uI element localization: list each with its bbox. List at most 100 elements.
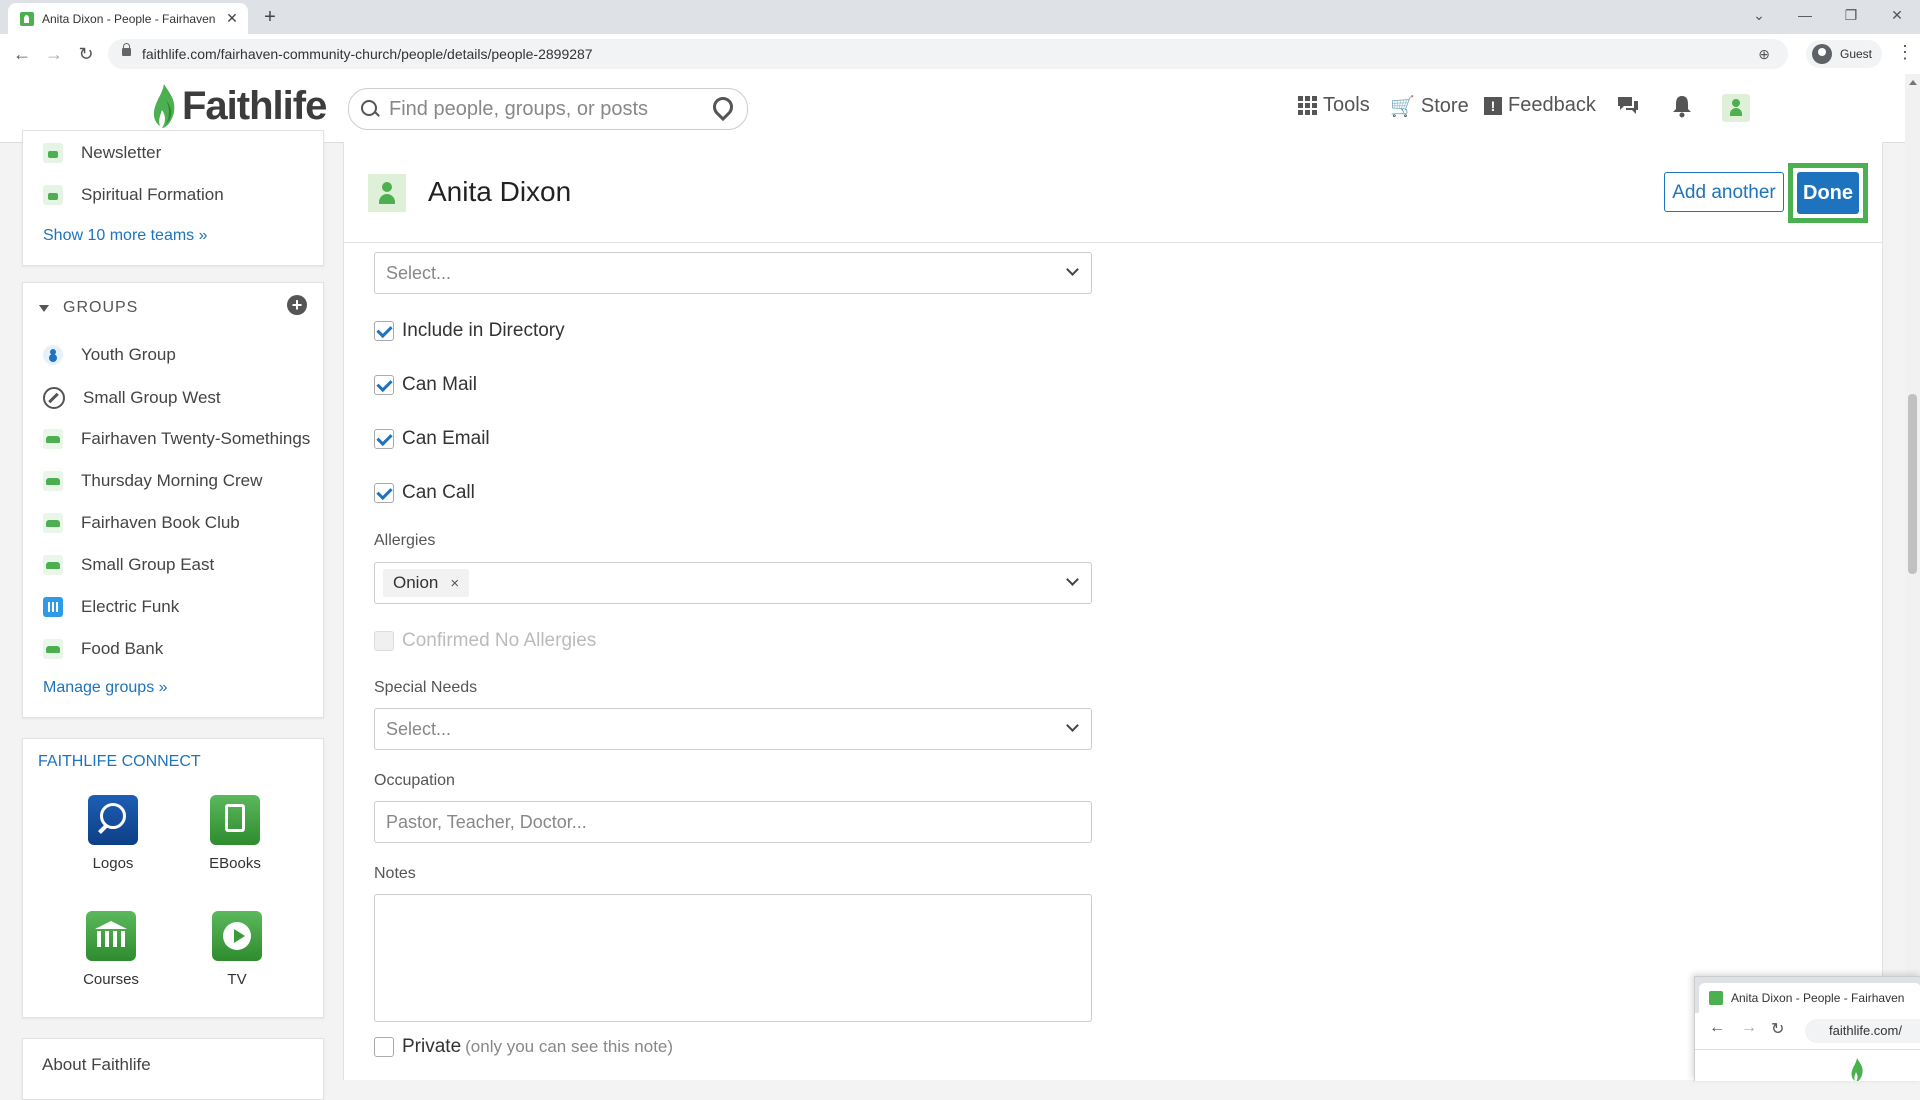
checkbox-checked-icon [374, 483, 394, 503]
sidebar-item-label: Youth Group [81, 345, 176, 364]
store-link[interactable]: 🛒 Store [1390, 94, 1469, 119]
faithlife-logo[interactable]: Faithlife [150, 82, 327, 130]
browser-address-bar: ← → ↻ faithlife.com/fairhaven-community-… [0, 34, 1920, 75]
team-icon [43, 143, 63, 163]
profile-button[interactable]: Guest [1806, 40, 1883, 68]
browser-menu-icon[interactable]: ⋮ [1896, 42, 1914, 63]
ebooks-app-link[interactable]: EBooks [195, 795, 275, 872]
person-icon [43, 345, 63, 365]
back-arrow-icon[interactable]: ← [10, 42, 34, 66]
include-in-directory-checkbox[interactable]: Include in Directory [374, 320, 565, 342]
group-icon [43, 639, 63, 659]
team-icon [43, 185, 63, 205]
sidebar-item-food-bank[interactable]: Food Bank [43, 639, 163, 659]
location-pin-icon[interactable] [708, 92, 738, 122]
about-faithlife-link[interactable]: About Faithlife [42, 1055, 151, 1075]
sidebar-item-fairhaven-book-club[interactable]: Fairhaven Book Club [43, 513, 240, 533]
can-email-checkbox[interactable]: Can Email [374, 428, 490, 450]
sidebar-item-label: Spiritual Formation [81, 185, 224, 204]
collapse-triangle-icon [39, 304, 49, 312]
messages-icon[interactable] [1614, 94, 1642, 122]
sidebar-item-newsletter[interactable]: Newsletter [43, 143, 161, 163]
zoom-icon[interactable]: ⊕ [1758, 39, 1770, 69]
overlay-tab-bar: Anita Dixon - People - Fairhaven [1695, 977, 1920, 1013]
private-checkbox[interactable]: Private (only you can see this note) [374, 1036, 673, 1058]
sidebar-item-youth-group[interactable]: Youth Group [43, 345, 176, 365]
browser-tab[interactable]: Anita Dixon - People - Fairhaven ✕ [8, 3, 248, 34]
search-input[interactable]: Find people, groups, or posts [348, 88, 748, 130]
sidebar-item-label: Thursday Morning Crew [81, 471, 263, 490]
sidebar-item-small-group-west[interactable]: Small Group West [43, 387, 221, 409]
sidebar-item-electric-funk[interactable]: Electric Funk [43, 597, 179, 617]
reload-icon[interactable]: ↻ [1771, 1019, 1784, 1039]
sidebar-item-label: Small Group West [83, 388, 221, 407]
logos-app-link[interactable]: Logos [73, 795, 153, 872]
sidebar-item-small-group-east[interactable]: Small Group East [43, 555, 214, 575]
page-scrollbar[interactable] [1905, 74, 1920, 1080]
show-more-teams-link[interactable]: Show 10 more teams » [43, 227, 208, 245]
about-card: About Faithlife [22, 1038, 324, 1100]
forward-arrow-icon[interactable]: → [42, 42, 66, 66]
checkbox-label: Can Email [402, 428, 490, 449]
play-icon [212, 911, 262, 961]
special-needs-select[interactable]: Select... [374, 708, 1092, 750]
overlay-browser-window[interactable]: Anita Dixon - People - Fairhaven ← → ↻ f… [1694, 976, 1920, 1081]
done-button[interactable]: Done [1797, 172, 1859, 214]
tv-app-link[interactable]: TV [197, 911, 277, 988]
forward-arrow-icon[interactable]: → [1741, 1019, 1757, 1037]
feedback-link[interactable]: ! Feedback [1484, 94, 1596, 117]
checkbox-unchecked-icon [374, 1037, 394, 1057]
can-call-checkbox[interactable]: Can Call [374, 482, 475, 504]
store-label: Store [1420, 95, 1469, 117]
back-arrow-icon[interactable]: ← [1709, 1019, 1725, 1037]
feedback-label: Feedback [1508, 94, 1596, 116]
sidebar-item-spiritual-formation[interactable]: Spiritual Formation [43, 185, 224, 205]
reload-icon[interactable]: ↻ [74, 42, 98, 66]
faithlife-favicon-icon [20, 11, 34, 26]
confirmed-no-allergies-checkbox[interactable]: Confirmed No Allergies [374, 630, 596, 652]
notifications-bell-icon[interactable] [1668, 94, 1696, 122]
search-placeholder: Find people, groups, or posts [389, 98, 649, 120]
scroll-up-arrow-icon[interactable] [1909, 80, 1917, 85]
sidebar-item-label: Newsletter [81, 143, 162, 162]
new-tab-button[interactable]: + [258, 5, 282, 29]
occupation-label: Occupation [374, 772, 455, 789]
close-window-button[interactable]: ✕ [1874, 0, 1920, 30]
occupation-input[interactable]: Pastor, Teacher, Doctor... [374, 801, 1092, 843]
courses-app-link[interactable]: Courses [71, 911, 151, 988]
scrollbar-thumb[interactable] [1908, 394, 1917, 574]
user-avatar[interactable] [1722, 94, 1750, 122]
notes-textarea[interactable] [374, 894, 1092, 1022]
remove-tag-icon[interactable]: × [450, 575, 459, 592]
overlay-address-bar: ← → ↻ faithlife.com/ [1695, 1013, 1920, 1050]
groups-title: GROUPS [63, 299, 139, 316]
add-group-icon[interactable]: + [287, 295, 307, 315]
top-select[interactable]: Select... [374, 252, 1092, 294]
tab-search-chevron-icon[interactable]: ⌄ [1736, 0, 1782, 30]
close-tab-icon[interactable]: ✕ [222, 10, 242, 27]
overlay-tab[interactable]: Anita Dixon - People - Fairhaven [1699, 983, 1920, 1013]
allergies-multiselect[interactable]: Onion × [374, 562, 1092, 604]
url-field[interactable]: faithlife.com/fairhaven-community-church… [108, 39, 1788, 69]
flame-logo-icon [153, 84, 175, 128]
sidebar-item-thursday-morning-crew[interactable]: Thursday Morning Crew [43, 471, 262, 491]
groups-header[interactable]: GROUPS [39, 299, 138, 317]
checkbox-checked-icon [374, 429, 394, 449]
checkbox-label: Confirmed No Allergies [402, 630, 597, 651]
app-label: Logos [92, 855, 134, 872]
done-button-highlight: Done [1788, 163, 1868, 223]
overlay-url[interactable]: faithlife.com/ [1805, 1019, 1920, 1043]
sidebar-item-fairhaven-twenty-somethings[interactable]: Fairhaven Twenty-Somethings [43, 429, 310, 449]
tools-menu[interactable]: Tools [1298, 94, 1370, 117]
manage-groups-link[interactable]: Manage groups » [43, 679, 168, 697]
faithlife-connect-card: FAITHLIFE CONNECT Logos EBooks Courses T… [22, 738, 324, 1018]
group-icon [43, 555, 63, 575]
minimize-window-button[interactable]: — [1782, 0, 1828, 30]
can-mail-checkbox[interactable]: Can Mail [374, 374, 477, 396]
restore-window-button[interactable]: ❐ [1828, 0, 1874, 30]
browser-tab-title: Anita Dixon - People - Fairhaven [42, 11, 216, 26]
flame-logo-icon [1851, 1058, 1863, 1081]
add-another-button[interactable]: Add another [1664, 172, 1784, 212]
groups-card: GROUPS + Youth Group Small Group West Fa… [22, 282, 324, 718]
app-label: EBooks [209, 855, 261, 872]
